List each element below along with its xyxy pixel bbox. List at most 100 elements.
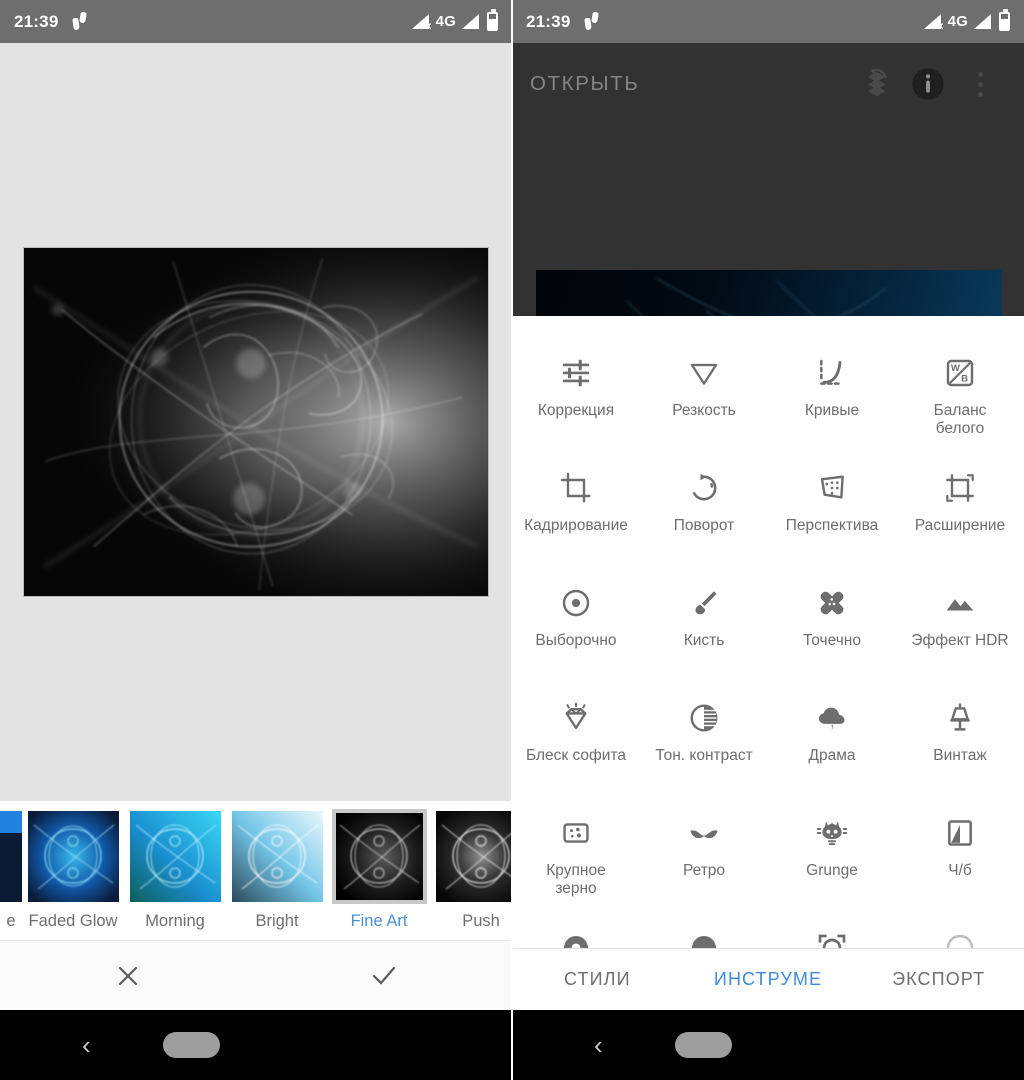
home-pill-icon[interactable]	[674, 1032, 732, 1058]
tool-details[interactable]: Резкость	[640, 338, 768, 453]
filter-preset-item[interactable]: Faded Glow	[22, 801, 124, 931]
tool-grunge[interactable]: Grunge	[768, 798, 896, 913]
tool-label: Резкость	[672, 402, 736, 419]
tool-healing[interactable]: Точечно	[768, 568, 896, 683]
perspective-icon	[816, 465, 848, 511]
tool-label: Кисть	[683, 632, 725, 649]
undo-stack-icon	[867, 69, 887, 97]
tool-label: Винтаж	[933, 747, 987, 764]
filter-preset-item[interactable]: e	[0, 801, 22, 931]
filter-preset-item[interactable]: Bright	[226, 801, 328, 931]
tool-grainy-film[interactable]: Крупное зерно	[512, 798, 640, 913]
filter-thumbnail[interactable]	[27, 811, 119, 902]
tool-label: Точечно	[803, 632, 861, 649]
network-type-label: 4G	[435, 13, 456, 30]
tool-label: Эффект HDR	[911, 632, 1009, 649]
tools-bottom-sheet: Коррекция Резкость Кривые W B Баланс бел…	[512, 316, 1024, 948]
undo-stack-button[interactable]	[850, 58, 902, 110]
info-button[interactable]	[902, 58, 954, 110]
fractal-smoke-photo[interactable]	[23, 247, 489, 597]
frames-icon	[816, 925, 848, 948]
tool-white-balance[interactable]: W B Баланс белого	[896, 338, 1024, 453]
tool-retrolux[interactable]: Ретро	[640, 798, 768, 913]
drama-cloud-icon	[816, 695, 848, 741]
tool-glamour-glow[interactable]: Блеск софита	[512, 683, 640, 798]
edit-action-bar	[0, 940, 512, 1010]
confirm-button[interactable]	[256, 941, 512, 1010]
tool-rotate[interactable]: Поворот	[640, 453, 768, 568]
android-nav-bar-right: ‹	[512, 1010, 1024, 1080]
crop-icon	[560, 465, 592, 511]
tonal-contrast-icon	[688, 695, 720, 741]
grainy-film-icon	[560, 810, 592, 856]
tool-label: Перспектива	[785, 517, 879, 534]
cancel-button[interactable]	[0, 941, 256, 1010]
close-icon	[118, 966, 138, 985]
tool-tune-image[interactable]: Коррекция	[512, 338, 640, 453]
expand-icon	[944, 465, 976, 511]
glamour-glow-icon	[560, 695, 592, 741]
filter-label: Push	[462, 912, 500, 930]
filter-label: Fine Art	[350, 912, 408, 930]
tool-drama[interactable]: Драма	[768, 683, 896, 798]
preview-artwork	[625, 277, 887, 316]
status-time: 21:39	[14, 11, 59, 31]
tool-partial-row[interactable]	[768, 913, 896, 948]
signal-bars-icon	[974, 14, 991, 29]
tool-curves[interactable]: Кривые	[768, 338, 896, 453]
tool-tonal-contrast[interactable]: Тон. контраст	[640, 683, 768, 798]
footsteps-icon	[584, 11, 600, 32]
image-preview-area	[512, 125, 1024, 316]
filter-preset-item[interactable]: Morning	[124, 801, 226, 931]
retrolux-moustache-icon	[688, 810, 720, 856]
tool-label: Выборочно	[535, 632, 617, 649]
tab-tools[interactable]: ИНСТРУМЕ	[683, 969, 854, 990]
white-balance-icon: W B	[944, 350, 976, 396]
hdr-mountains-icon	[944, 580, 976, 626]
filter-presets-strip[interactable]: e Faded Glow Morning Bright Fine Art Pus…	[0, 801, 512, 940]
filter-preset-item[interactable]: Push	[430, 801, 512, 931]
tilt-shift-icon	[560, 925, 592, 948]
tool-partial-row[interactable]	[640, 913, 768, 948]
sharpen-triangle-icon	[688, 350, 720, 396]
tool-label: Тон. контраст	[655, 747, 753, 764]
thumb-art	[27, 811, 119, 902]
tool-expand[interactable]: Расширение	[896, 453, 1024, 568]
bottom-tab-bar: СТИЛИ ИНСТРУМЕ ЭКСПОРТ	[512, 948, 1024, 1010]
overflow-menu-button[interactable]	[954, 58, 1006, 110]
tool-brush[interactable]: Кисть	[640, 568, 768, 683]
tool-label: Ч/б	[948, 862, 972, 879]
tool-selective[interactable]: Выборочно	[512, 568, 640, 683]
signal-bars-icon	[462, 14, 479, 29]
tune-sliders-icon	[560, 350, 592, 396]
more-vert-icon	[977, 71, 983, 97]
black-white-icon	[944, 810, 976, 856]
tool-vintage[interactable]: Винтаж	[896, 683, 1024, 798]
android-nav-bar-left: ‹	[0, 1010, 512, 1080]
tool-label: Расширение	[914, 517, 1006, 534]
thumb-art	[231, 811, 323, 902]
filter-thumbnail[interactable]	[435, 811, 512, 902]
filter-preset-item-selected[interactable]: Fine Art	[328, 801, 430, 931]
tab-export[interactable]: ЭКСПОРТ	[853, 969, 1024, 990]
tool-black-white[interactable]: Ч/б	[896, 798, 1024, 913]
tool-label: Баланс белого	[933, 402, 987, 438]
tool-partial-row[interactable]	[896, 913, 1024, 948]
tool-perspective[interactable]: Перспектива	[768, 453, 896, 568]
tab-styles[interactable]: СТИЛИ	[512, 969, 683, 990]
lens-blur-icon	[688, 925, 720, 948]
back-chevron-icon[interactable]: ‹	[594, 1032, 603, 1058]
filter-thumbnail[interactable]	[231, 811, 323, 902]
app-toolbar: ОТКРЫТЬ	[512, 43, 1024, 125]
edited-image-preview[interactable]	[536, 270, 1002, 316]
open-button[interactable]: ОТКРЫТЬ	[530, 72, 639, 96]
filter-thumbnail[interactable]	[0, 811, 22, 902]
tool-crop[interactable]: Кадрирование	[512, 453, 640, 568]
tool-hdr[interactable]: Эффект HDR	[896, 568, 1024, 683]
home-pill-icon[interactable]	[162, 1032, 220, 1058]
tool-label: Коррекция	[537, 402, 615, 419]
filter-thumbnail[interactable]	[129, 811, 221, 902]
tool-partial-row[interactable]	[512, 913, 640, 948]
back-chevron-icon[interactable]: ‹	[82, 1032, 91, 1058]
filter-thumbnail[interactable]	[331, 809, 427, 904]
